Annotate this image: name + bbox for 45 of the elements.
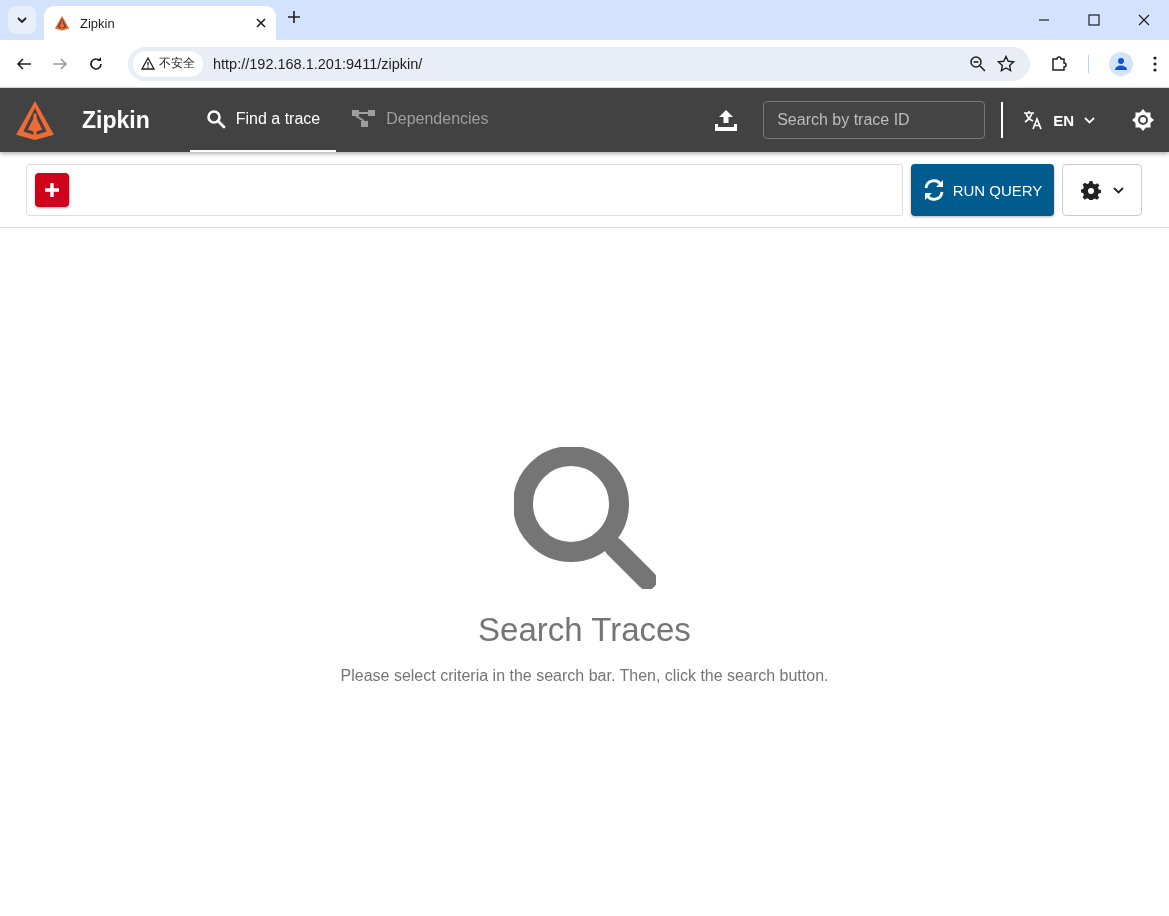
empty-state-message: Please select criteria in the search bar. Then, click the search button.: [340, 667, 829, 685]
settings-icon: [1080, 180, 1101, 200]
reload-icon[interactable]: [88, 55, 104, 72]
magnifier-icon: [513, 447, 656, 589]
translate-icon: [1023, 110, 1044, 130]
nav-tab[interactable]: Find a trace: [189, 88, 337, 152]
forward-arrow-icon[interactable]: [52, 55, 68, 72]
browser-tab[interactable]: Zipkin: [44, 6, 276, 40]
url-text: http://192.168.1.201:9411/zipkin/: [213, 55, 424, 72]
run-query-button[interactable]: RUN QUERY: [911, 164, 1054, 216]
add-criteria-button[interactable]: [35, 173, 69, 207]
back-arrow-icon[interactable]: [16, 55, 32, 72]
chevron-down-icon: [1084, 116, 1095, 124]
upload-icon[interactable]: [715, 109, 738, 131]
theme-toggle-icon[interactable]: [1131, 108, 1155, 132]
close-icon[interactable]: [256, 18, 266, 28]
empty-state-title: Search Traces: [478, 611, 691, 649]
plus-icon: [44, 182, 60, 198]
trace-id-search-field[interactable]: Search by trace ID: [763, 101, 986, 139]
nav-tab[interactable]: Dependencies: [336, 88, 505, 152]
more-options-icon[interactable]: [1153, 55, 1157, 72]
tab-title: Zipkin: [80, 15, 116, 31]
warning-icon: [141, 57, 155, 70]
refresh-icon: [922, 179, 945, 201]
tab-search-button[interactable]: [8, 6, 36, 34]
language-selector[interactable]: EN: [1023, 110, 1095, 130]
app-brand-name: Zipkin: [82, 106, 150, 134]
close-icon[interactable]: [1138, 14, 1150, 26]
address-bar[interactable]: 不安全 http://192.168.1.201:9411/zipkin/: [128, 46, 1030, 81]
bookmark-star-icon[interactable]: [997, 54, 1015, 73]
zoom-out-icon[interactable]: [969, 54, 987, 73]
security-chip[interactable]: 不安全: [133, 50, 203, 77]
chevron-down-icon: [1112, 186, 1124, 194]
search-icon: [205, 109, 226, 129]
network-nodes-icon: [352, 109, 377, 129]
search-criteria-field[interactable]: [26, 164, 903, 216]
chevron-down-icon: [17, 17, 27, 23]
profile-avatar[interactable]: [1109, 51, 1133, 76]
zipkin-logo-icon: [14, 99, 56, 141]
extensions-puzzle-icon[interactable]: [1050, 54, 1068, 73]
zipkin-logo-icon: [54, 15, 70, 31]
person-icon: [1114, 56, 1128, 71]
maximize-icon[interactable]: [1088, 14, 1100, 26]
new-tab-icon[interactable]: [288, 10, 300, 23]
settings-dropdown-button[interactable]: [1062, 164, 1142, 216]
